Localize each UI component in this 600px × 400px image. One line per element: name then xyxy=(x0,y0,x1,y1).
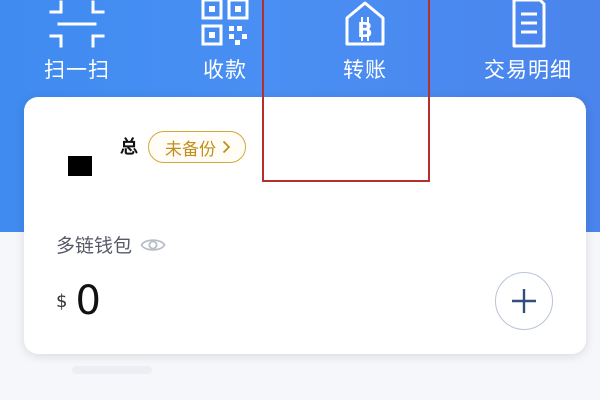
scan-label: 扫一扫 xyxy=(44,58,110,82)
balance-amount: 0 xyxy=(75,278,101,324)
chevron-right-icon xyxy=(222,140,231,154)
svg-text:B: B xyxy=(357,18,372,42)
receive-label: 收款 xyxy=(203,58,247,82)
balance-display: $ 0 xyxy=(56,279,101,323)
scan-icon xyxy=(49,0,105,48)
wallet-type: 多链钱包 xyxy=(56,231,166,258)
eye-icon[interactable] xyxy=(140,236,166,254)
scan-button[interactable]: 扫一扫 xyxy=(32,0,122,92)
backup-status-badge[interactable]: 未备份 xyxy=(148,131,246,163)
qrcode-icon xyxy=(201,0,249,46)
document-icon xyxy=(512,0,546,48)
transaction-history-label: 交易明细 xyxy=(484,58,572,82)
wallet-name: 总 xyxy=(120,137,138,158)
wallet-card[interactable]: 总 未备份 多链钱包 $ 0 xyxy=(24,97,586,354)
wallet-type-label: 多链钱包 xyxy=(56,235,133,257)
receive-button[interactable]: 收款 xyxy=(180,0,270,92)
placeholder-bar xyxy=(72,366,152,374)
quick-action-bar: 扫一扫 收款 B 转账 交易明细 xyxy=(0,0,600,95)
wallet-avatar xyxy=(68,156,92,176)
transaction-history-button[interactable]: 交易明细 xyxy=(466,0,590,92)
transfer-label: 转账 xyxy=(343,58,387,82)
transfer-button[interactable]: B 转账 xyxy=(320,0,410,92)
bitcoin-house-icon: B xyxy=(345,1,385,46)
backup-status-text: 未备份 xyxy=(165,139,216,160)
add-asset-button[interactable] xyxy=(495,272,553,330)
plus-icon xyxy=(512,289,536,313)
currency-symbol: $ xyxy=(56,291,68,312)
